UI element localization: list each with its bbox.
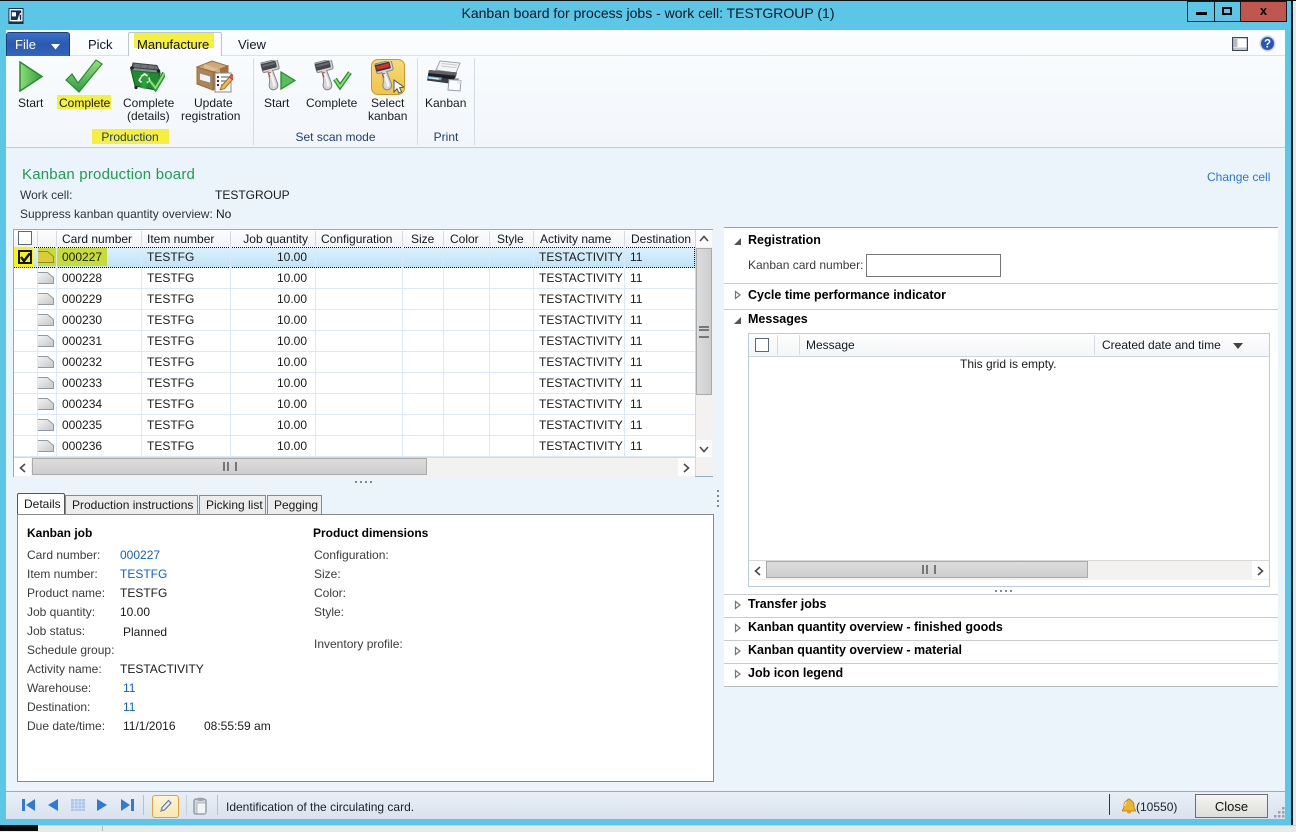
svg-text:?: ? xyxy=(1264,39,1271,51)
